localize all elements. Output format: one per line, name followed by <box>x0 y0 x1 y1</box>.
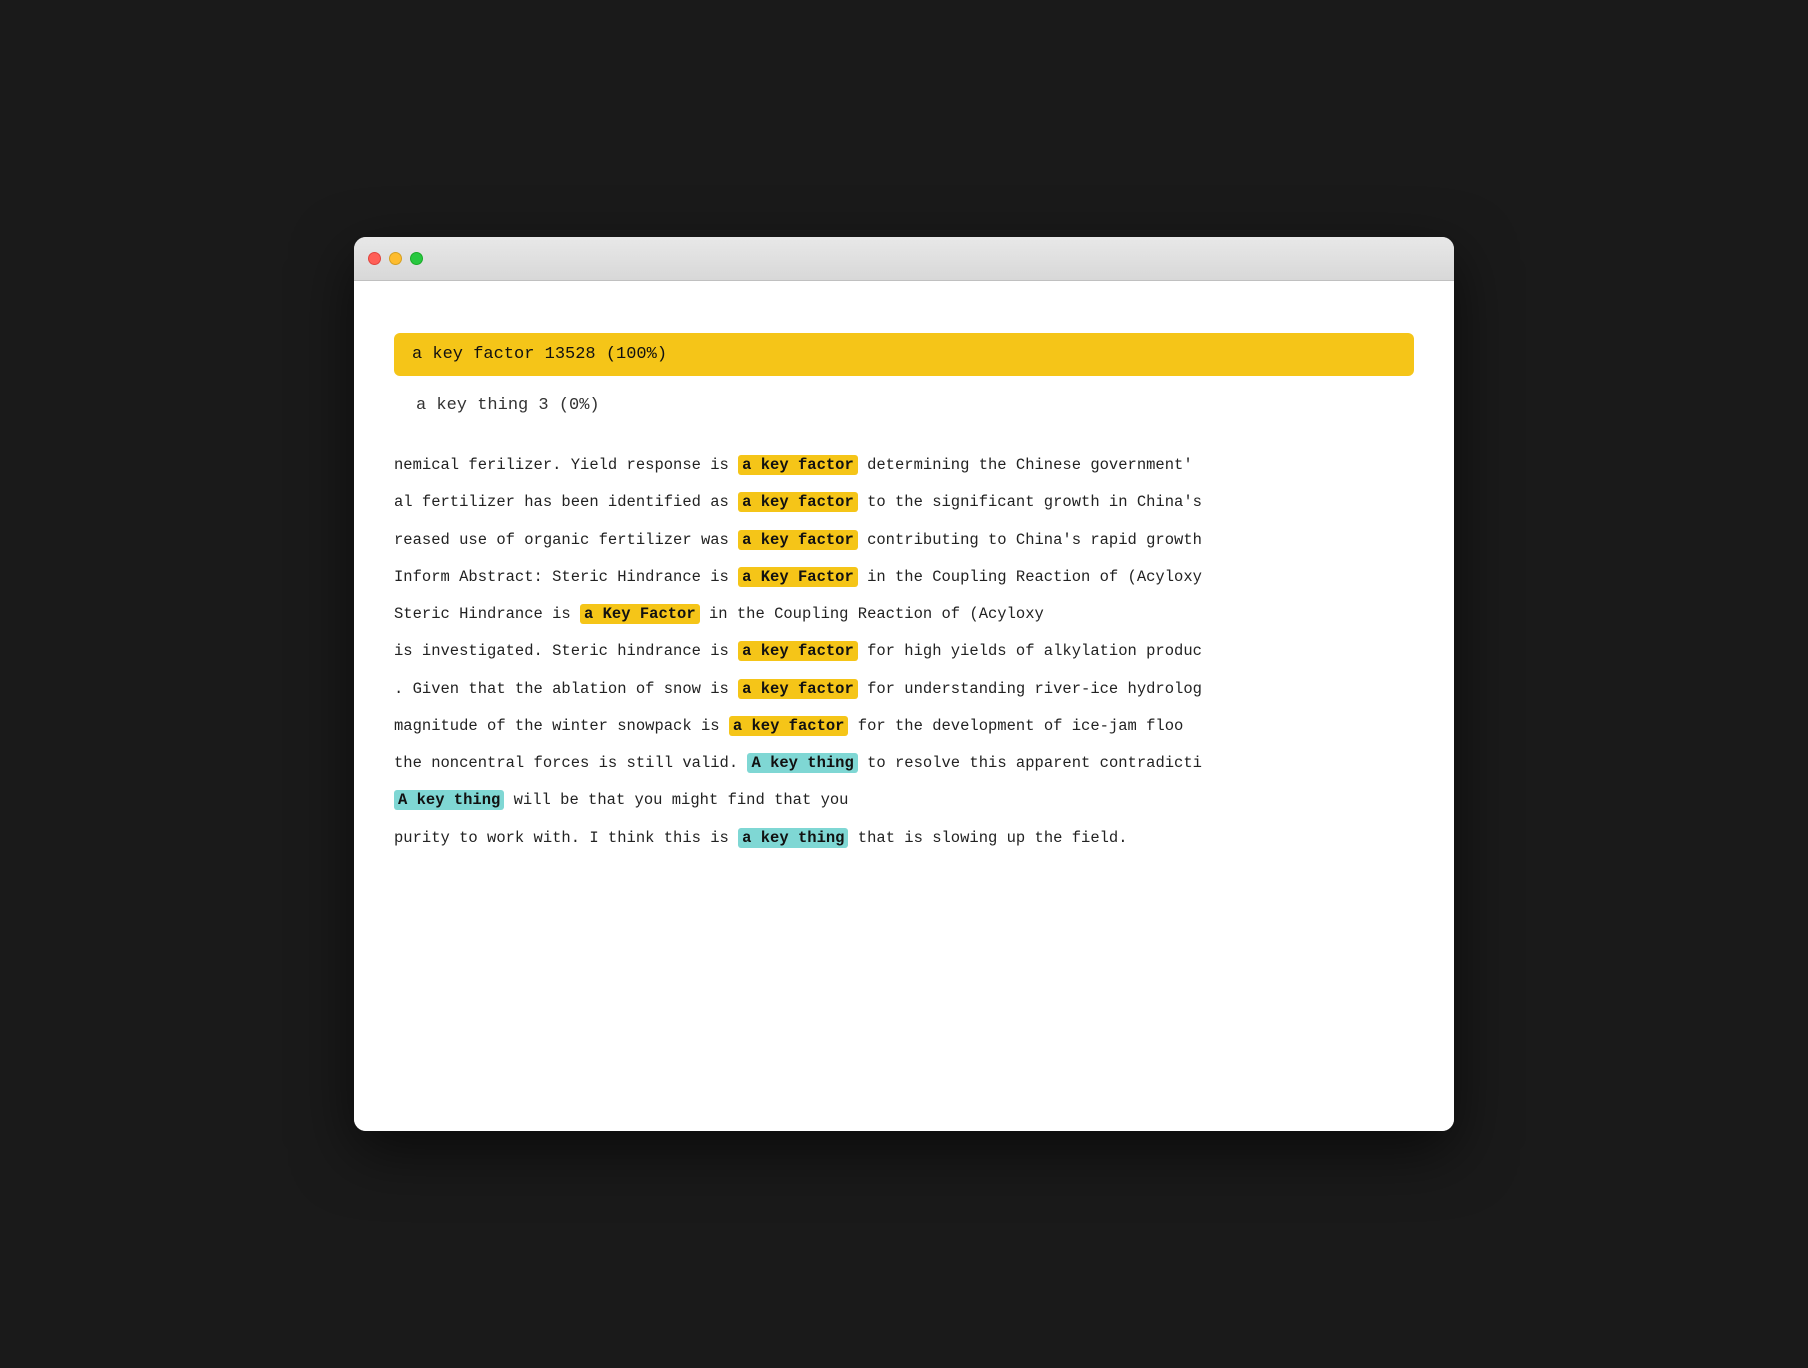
concordance-highlight: a key factor <box>738 455 858 475</box>
concordance-highlight: a Key Factor <box>738 567 858 587</box>
concordance-line: reased use of organic fertilizer was a k… <box>394 522 1414 559</box>
maximize-button[interactable] <box>410 252 423 265</box>
concordance-highlight: a key factor <box>738 641 858 661</box>
concordance-after: that is slowing up the field. <box>848 829 1127 847</box>
concordance-before: is investigated. Steric hindrance is <box>394 642 738 660</box>
concordance-before: Steric Hindrance is <box>394 605 580 623</box>
concordance-line: Steric Hindrance is a Key Factor in the … <box>394 596 1414 633</box>
concordance-after: in the Coupling Reaction of (Acyloxy <box>700 605 1044 623</box>
concordance-line: A key thing will be that you might find … <box>394 782 1414 819</box>
titlebar <box>354 237 1454 281</box>
minimize-button[interactable] <box>389 252 402 265</box>
result-bar-1[interactable]: a key thing 3 (0%) <box>394 384 1414 427</box>
concordance-after: in the Coupling Reaction of (Acyloxy <box>858 568 1202 586</box>
concordance-highlight: A key thing <box>747 753 857 773</box>
concordance-after: will be that you might find that you <box>504 791 848 809</box>
concordance-highlight: a Key Factor <box>580 604 700 624</box>
traffic-lights <box>368 252 423 265</box>
concordance-lines: nemical ferilizer. Yield response is a k… <box>394 447 1414 857</box>
concordance-after: contributing to China's rapid growth <box>858 531 1202 549</box>
concordance-after: determining the Chinese government' <box>858 456 1193 474</box>
concordance-after: for high yields of alkylation produc <box>858 642 1202 660</box>
concordance-before: al fertilizer has been identified as <box>394 493 738 511</box>
main-content: a key factor 13528 (100%) a key thing 3 (… <box>354 281 1454 1131</box>
concordance-before: . Given that the ablation of snow is <box>394 680 738 698</box>
concordance-highlight: a key factor <box>729 716 849 736</box>
concordance-line: purity to work with. I think this is a k… <box>394 820 1414 857</box>
concordance-before: magnitude of the winter snowpack is <box>394 717 729 735</box>
concordance-after: for the development of ice-jam floo <box>848 717 1183 735</box>
concordance-after: to the significant growth in China's <box>858 493 1202 511</box>
close-button[interactable] <box>368 252 381 265</box>
concordance-after: for understanding river-ice hydrolog <box>858 680 1202 698</box>
concordance-before: the noncentral forces is still valid. <box>394 754 747 772</box>
concordance-line: Inform Abstract: Steric Hindrance is a K… <box>394 559 1414 596</box>
concordance-line: the noncentral forces is still valid. A … <box>394 745 1414 782</box>
concordance-before: nemical ferilizer. Yield response is <box>394 456 738 474</box>
concordance-line: al fertilizer has been identified as a k… <box>394 484 1414 521</box>
concordance-line: nemical ferilizer. Yield response is a k… <box>394 447 1414 484</box>
concordance-before: purity to work with. I think this is <box>394 829 738 847</box>
concordance-highlight: A key thing <box>394 790 504 810</box>
concordance-line: magnitude of the winter snowpack is a ke… <box>394 708 1414 745</box>
result-bar-0[interactable]: a key factor 13528 (100%) <box>394 333 1414 376</box>
concordance-before: reased use of organic fertilizer was <box>394 531 738 549</box>
concordance-after: to resolve this apparent contradicti <box>858 754 1202 772</box>
app-window: a key factor 13528 (100%) a key thing 3 (… <box>354 237 1454 1131</box>
concordance-highlight: a key factor <box>738 492 858 512</box>
concordance-line: is investigated. Steric hindrance is a k… <box>394 633 1414 670</box>
concordance-before: Inform Abstract: Steric Hindrance is <box>394 568 738 586</box>
concordance-highlight: a key thing <box>738 828 848 848</box>
concordance-highlight: a key factor <box>738 530 858 550</box>
concordance-line: . Given that the ablation of snow is a k… <box>394 671 1414 708</box>
concordance-highlight: a key factor <box>738 679 858 699</box>
results-section: a key factor 13528 (100%) a key thing 3 (… <box>394 333 1414 427</box>
